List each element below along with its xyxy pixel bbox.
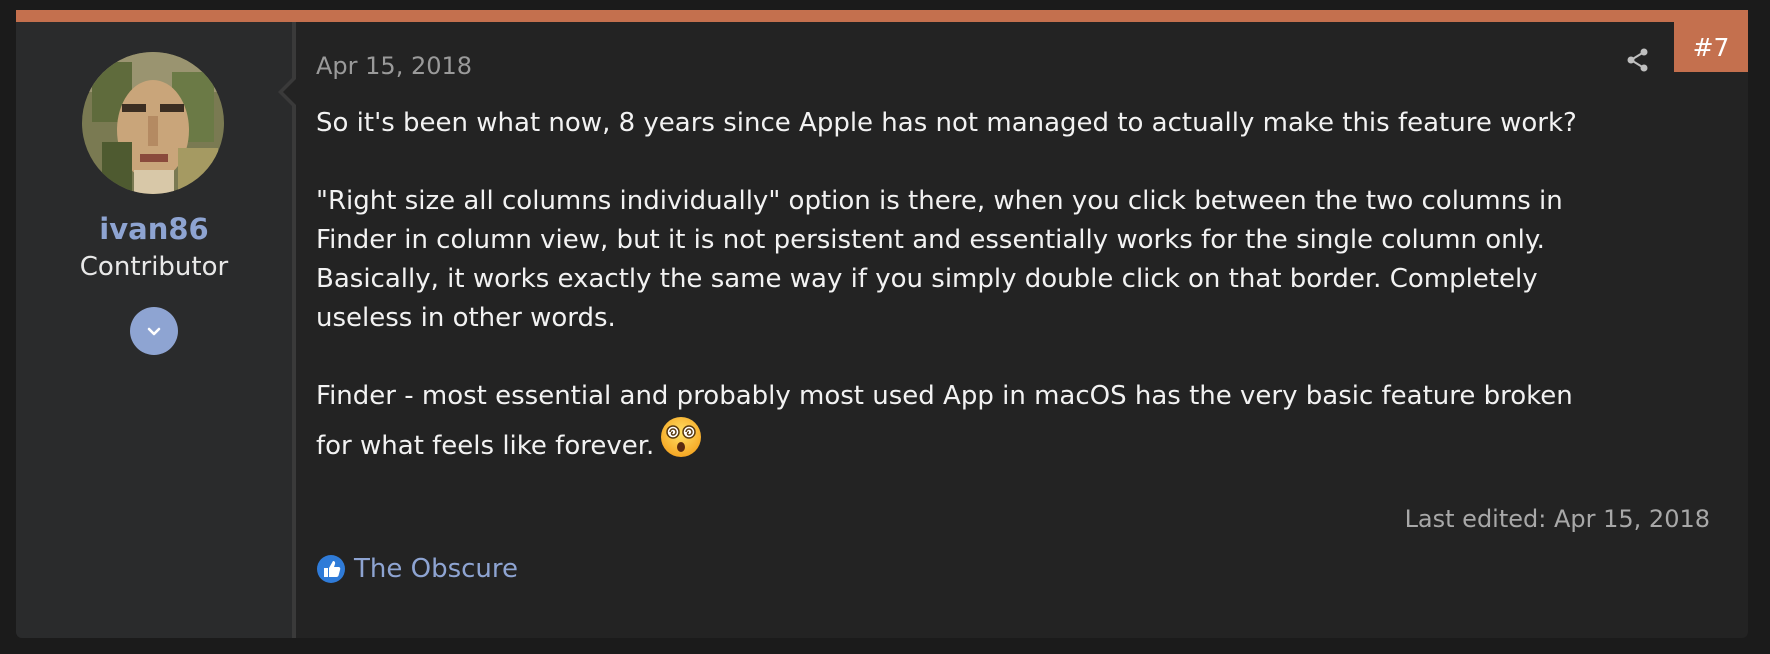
post-date[interactable]: Apr 15, 2018 (316, 52, 472, 80)
username[interactable]: ivan86 (16, 212, 292, 246)
avatar[interactable] (82, 52, 224, 194)
text-line: useless in other words. (316, 303, 616, 333)
message-content: Apr 15, 2018 #7 So it's been what now, 8… (316, 22, 1748, 638)
last-edited: Last edited: Apr 15, 2018 (1404, 505, 1710, 533)
share-icon[interactable] (1624, 46, 1652, 74)
expand-user-button[interactable] (130, 307, 178, 355)
chevron-down-icon (147, 327, 161, 336)
paragraph: So it's been what now, 8 years since App… (316, 108, 1577, 138)
post-number-link[interactable]: #7 (1674, 22, 1748, 72)
message-post: ivan86 Contributor Apr 15, 2018 #7 So it… (16, 10, 1748, 638)
reaction-users-link[interactable]: The Obscure (354, 554, 518, 584)
text-line: Finder - most essential and probably mos… (316, 381, 1573, 411)
text-line: for what feels like forever. (316, 431, 655, 461)
text-line: Finder in column view, but it is not per… (316, 225, 1545, 255)
message-arrow-inner (283, 77, 298, 107)
dizzy-face-emoji (660, 416, 702, 458)
message-body: So it's been what now, 8 years since App… (316, 104, 1726, 505)
text-line: Basically, it works exactly the same way… (316, 264, 1538, 294)
reactions-bar: The Obscure (316, 554, 518, 584)
paragraph: "Right size all columns individually" op… (316, 182, 1726, 338)
paragraph: Finder - most essential and probably mos… (316, 377, 1726, 466)
text-line: "Right size all columns individually" op… (316, 186, 1563, 216)
like-icon (317, 555, 345, 583)
user-title: Contributor (79, 252, 229, 282)
user-info-column: ivan86 Contributor (16, 22, 296, 638)
